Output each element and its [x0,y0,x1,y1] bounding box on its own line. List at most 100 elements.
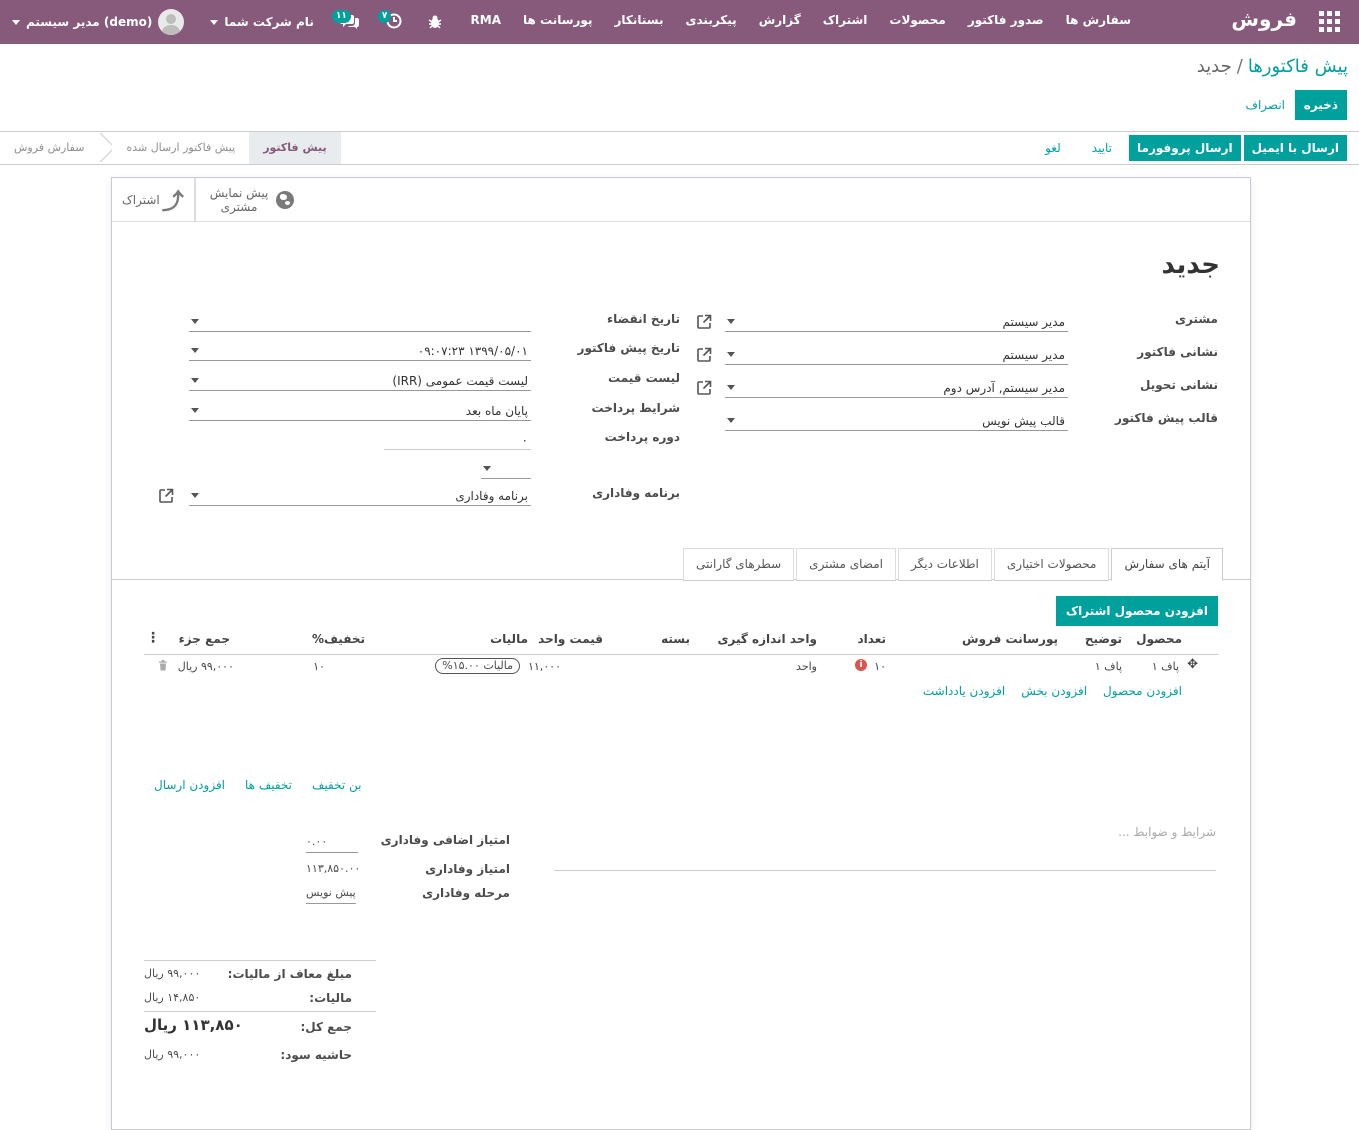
invoice-address-field[interactable]: مدیر سیستم [725,345,1068,365]
share-icon: ⤴ [161,190,184,215]
col-taxes[interactable]: مالیات [490,632,528,646]
col-package[interactable]: بسته [661,632,690,646]
cell-product[interactable]: پاف ۱ [1152,660,1179,673]
cell-uom[interactable]: واحد [796,660,817,673]
menu-products[interactable]: محصولات [889,13,945,27]
col-unit-price[interactable]: قیمت واحد [538,632,603,646]
tab-warranty-lines[interactable]: سطرهای گارانتی [683,548,795,581]
save-button[interactable]: ذخیره [1294,90,1347,120]
warning-icon[interactable]: i [855,659,867,671]
message-count-badge: ۱۱ [331,9,351,23]
cell-description[interactable]: پاف ۱ [1095,660,1122,673]
stage-quotation-sent[interactable]: پیش فاکتور ارسال شده [112,132,249,164]
cell-discount[interactable]: ۱۰ [313,660,325,673]
send-by-email-button[interactable]: ارسال با ایمیل [1243,135,1347,161]
menu-configuration[interactable]: پیکربندی [686,13,737,27]
quote-template-field[interactable]: قالب پیش نویس [725,411,1068,431]
col-discount[interactable]: تخفیف% [312,632,365,646]
cell-unit-price[interactable]: ۱۱,۰۰۰ [528,660,561,673]
customer-preview-button[interactable]: پیش نمایش مشتری [194,178,309,222]
discounts-link[interactable]: تخفیف ها [245,778,292,792]
col-quantity[interactable]: تعداد [858,632,886,646]
share-button[interactable]: ⤴ اشتراک [112,178,195,222]
menu-commissions[interactable]: پورسانت ها [523,13,592,27]
add-subscription-product-button[interactable]: افزودن محصول اشتراک [1055,596,1218,626]
column-options-icon[interactable]: ⋮ [146,630,160,646]
loyalty-program-field[interactable]: برنامه وفاداری [189,486,531,506]
menu-subscription[interactable]: اشتراک [823,13,868,27]
tab-order-lines[interactable]: آیتم های سفارش [1111,548,1223,581]
tab-other-info[interactable]: اطلاعات دیگر [897,548,992,581]
menu-rma[interactable]: RMA [471,13,501,27]
breadcrumb-quotations[interactable]: پیش فاکتورها [1248,56,1348,77]
loyalty-program-value: برنامه وفاداری [455,489,528,503]
tab-customer-signature[interactable]: امضای مشتری [796,548,896,581]
add-note-link[interactable]: افزودن یادداشت [923,684,1005,698]
systray: مدیر سیستم (demo) نام شرکت شما ۱۱ ۷ [12,8,442,36]
chevron-down-icon [727,385,735,390]
status-bar: ارسال با ایمیل ارسال پروفورما تایید لغو … [0,131,1359,165]
coupon-link[interactable]: بن تخفیف [312,778,362,792]
payment-terms-value: پایان ماه بعد [465,404,528,418]
chevron-down-icon [483,466,491,471]
external-link-icon[interactable] [696,380,712,396]
debug-menu[interactable] [428,15,442,29]
company-switcher[interactable]: نام شرکت شما [210,15,314,29]
chevron-down-icon [727,352,735,357]
apps-grid-icon[interactable] [1319,11,1341,33]
smart-button-box: ⤴ اشتراک پیش نمایش مشتری [112,178,1250,222]
payment-period-label: دوره پرداخت [604,430,680,444]
cell-quantity[interactable]: ۱۰ [874,660,886,673]
payment-terms-field[interactable]: پایان ماه بعد [189,401,531,421]
menu-orders[interactable]: سفارش ها [1066,13,1131,27]
menu-invoicing[interactable]: صدور فاکتور [968,13,1044,27]
tax-tag[interactable]: مالیات ۱۵.۰۰% [435,658,520,674]
col-uom[interactable]: واحد اندازه گیری [717,632,817,646]
confirm-button[interactable]: تایید [1084,135,1120,161]
external-link-icon[interactable] [158,488,174,504]
pricelist-field[interactable]: لیست قیمت عمومی (IRR) [189,371,531,391]
discard-button[interactable]: انصراف [1242,90,1289,120]
menu-reporting[interactable]: گزارش [759,13,801,27]
col-subtotal[interactable]: جمع جزء [179,632,230,646]
loyalty-stage-value: پیش نویس [306,886,356,904]
add-shipping-link[interactable]: افزودن ارسال [154,778,225,792]
col-description[interactable]: توضیح [1085,632,1122,646]
totals-divider [144,1011,376,1012]
chevron-down-icon [12,19,20,25]
drag-handle-icon[interactable]: ✥ [1187,657,1198,672]
quotation-date-field[interactable]: ۱۳۹۹/۰۵/۰۱ ۰۹:۰۷:۲۳ [189,341,531,361]
record-title: جدید [1161,250,1220,280]
terms-and-conditions-field[interactable]: شرایط و ضوابط ... [554,823,1216,871]
menu-credit[interactable]: بستانکار [614,13,663,27]
avatar [158,9,185,35]
user-menu[interactable]: مدیر سیستم (demo) [12,9,185,35]
customer-field[interactable]: مدیر سیستم [725,312,1068,332]
chevron-down-icon [191,493,199,498]
tab-optional-products[interactable]: محصولات اختیاری [993,548,1110,581]
delivery-address-field[interactable]: مدیر سیستم, آدرس دوم [725,378,1068,398]
add-section-link[interactable]: افزودن بخش [1021,684,1087,698]
send-proforma-button[interactable]: ارسال پروفورما [1129,135,1241,161]
activity-menu[interactable]: ۷ [377,9,402,32]
loyalty-points-value: ۱۱۳,۸۵۰.۰۰ [306,862,361,875]
delivery-address-label: نشانی تحویل [1140,378,1218,392]
stage-sales-order[interactable]: سفارش فروش [0,132,98,164]
share-label: اشتراک [122,193,160,207]
external-link-icon[interactable] [696,347,712,363]
col-product[interactable]: محصول [1136,632,1182,646]
trash-icon[interactable] [158,660,168,671]
stage-quotation[interactable]: پیش فاکتور [249,132,341,164]
top-navbar: فروش سفارش ها صدور فاکتور محصولات اشتراک… [0,0,1359,44]
app-brand[interactable]: فروش [1231,7,1297,31]
extra-loyalty-points-field[interactable]: ۰.۰۰ [306,835,358,853]
add-product-link[interactable]: افزودن محصول [1103,684,1182,698]
payment-period-unit-field[interactable] [481,459,531,479]
col-commission[interactable]: پورسانت فروش [962,632,1058,646]
messaging-menu[interactable]: ۱۱ [331,9,360,32]
cancel-button[interactable]: لغو [1037,135,1069,161]
chevron-down-icon [191,319,199,324]
expiration-date-field[interactable] [189,312,531,332]
external-link-icon[interactable] [696,314,712,330]
payment-period-field[interactable]: ۰ [384,430,531,450]
